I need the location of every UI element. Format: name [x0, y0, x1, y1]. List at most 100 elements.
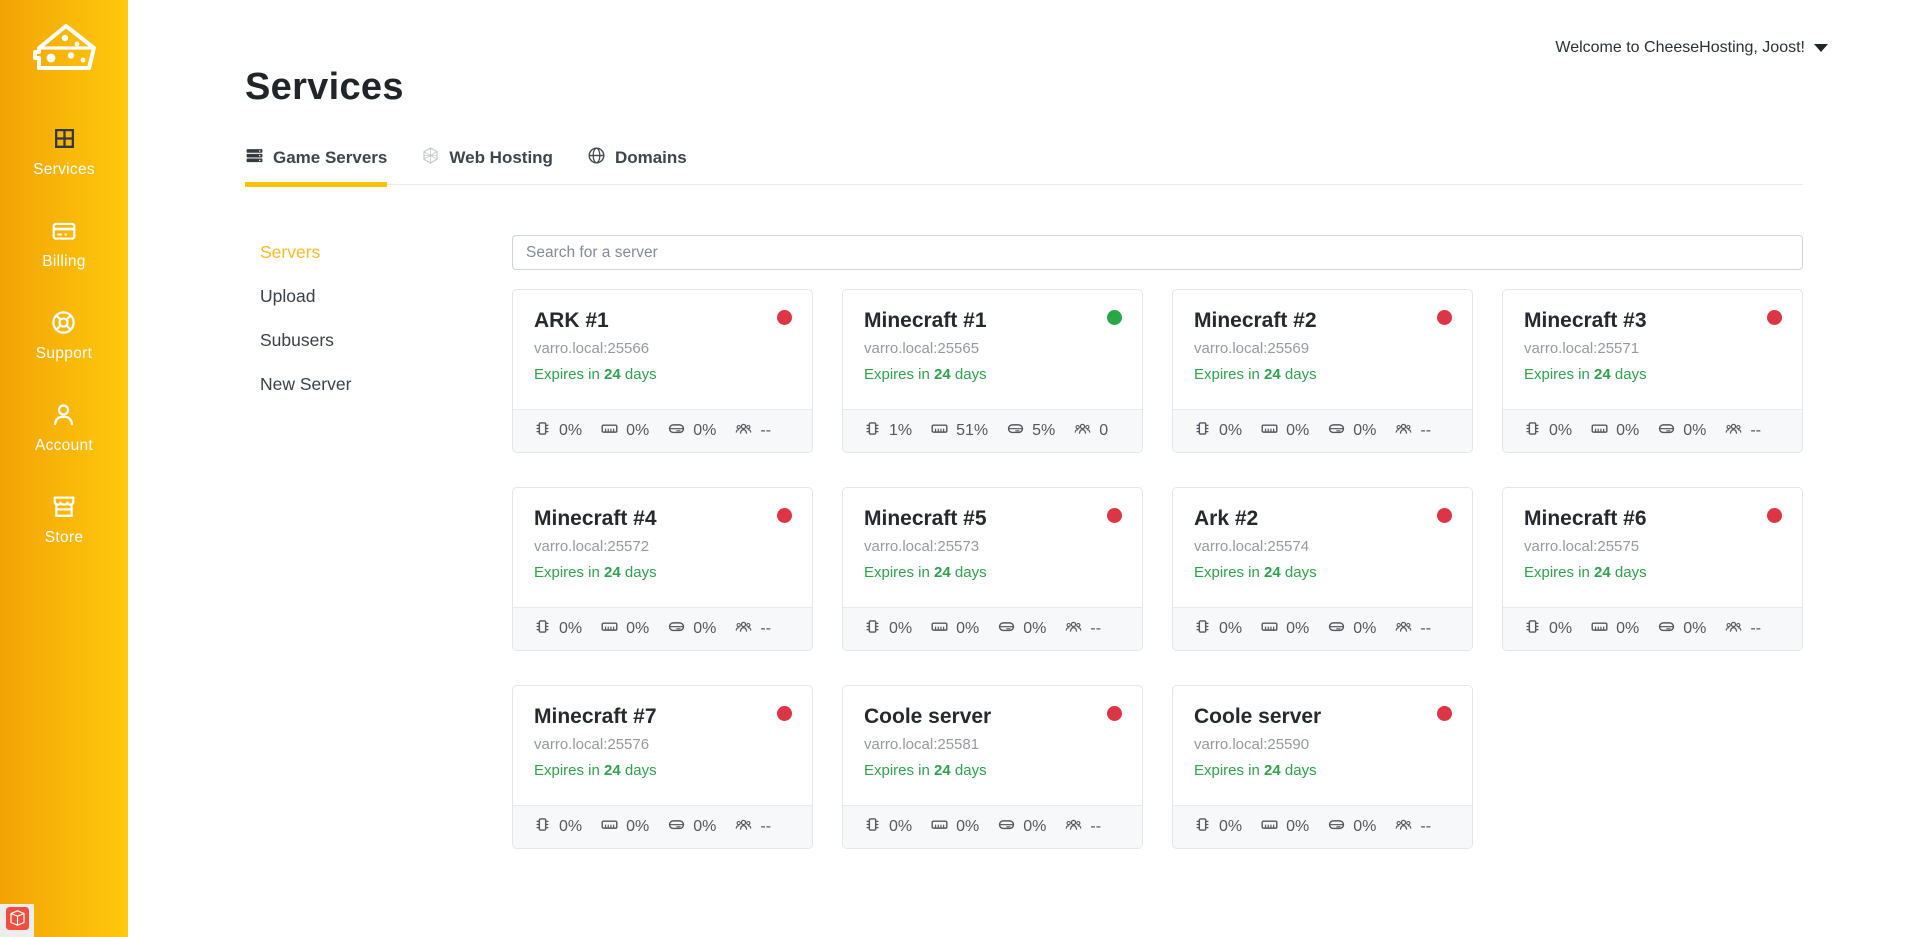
disk-value: 0%: [1683, 620, 1706, 638]
disk-stat: 0%: [1327, 815, 1376, 839]
memory-stat: 0%: [1260, 815, 1309, 839]
status-dot: [777, 706, 792, 721]
players-stat: --: [1394, 815, 1431, 839]
sidebar-item-services[interactable]: Services: [33, 125, 95, 179]
players-value: 0: [1099, 422, 1108, 440]
server-name: Minecraft #1: [864, 309, 1121, 333]
cpu-value: 0%: [1549, 422, 1572, 440]
server-host: varro.local:25590: [1194, 736, 1451, 753]
cpu-value: 0%: [1549, 620, 1572, 638]
tab-web-hosting[interactable]: Web Hosting: [421, 146, 553, 184]
memory-icon: [930, 617, 949, 641]
server-stats-bar: 0% 0%: [1503, 607, 1802, 650]
disk-icon: [997, 617, 1016, 641]
cheese-icon: [32, 59, 96, 76]
tab-label: Domains: [615, 148, 687, 168]
memory-stat: 0%: [600, 419, 649, 443]
server-stats-bar: 0% 0%: [1173, 409, 1472, 452]
laravel-badge[interactable]: [0, 904, 34, 937]
expires-days: 24: [934, 762, 951, 779]
cpu-stat: 0%: [1193, 815, 1242, 839]
server-host: varro.local:25581: [864, 736, 1121, 753]
players-icon: [734, 815, 753, 839]
cpu-value: 0%: [889, 818, 912, 836]
disk-icon: [997, 815, 1016, 839]
server-card[interactable]: Minecraft #4 varro.local:25572 Expires i…: [512, 487, 813, 651]
sidebar-item-label: Store: [45, 529, 84, 547]
server-card[interactable]: Coole server varro.local:25581 Expires i…: [842, 685, 1143, 849]
server-card[interactable]: Ark #2 varro.local:25574 Expires in 24 d…: [1172, 487, 1473, 651]
shop-icon: [50, 493, 78, 520]
tab-domains[interactable]: Domains: [587, 146, 687, 184]
disk-value: 0%: [1683, 422, 1706, 440]
expires-text: Expires in 24 days: [1194, 762, 1451, 779]
server-card[interactable]: Minecraft #3 varro.local:25571 Expires i…: [1502, 289, 1803, 453]
server-card[interactable]: Coole server varro.local:25590 Expires i…: [1172, 685, 1473, 849]
server-stats-bar: 0% 0%: [843, 607, 1142, 650]
sidebar-item-store[interactable]: Store: [45, 493, 84, 547]
account-dropdown[interactable]: Welcome to CheeseHosting, Joost!: [1555, 39, 1828, 57]
expires-text: Expires in 24 days: [1524, 366, 1781, 383]
players-value: --: [1090, 620, 1101, 638]
expires-days: 24: [934, 564, 951, 581]
cpu-icon: [863, 617, 882, 641]
server-card-body: Minecraft #3 varro.local:25571 Expires i…: [1503, 290, 1802, 409]
server-name: Minecraft #2: [1194, 309, 1451, 333]
subnav-item-subusers[interactable]: Subusers: [260, 330, 512, 351]
server-card[interactable]: ARK #1 varro.local:25566 Expires in 24 d…: [512, 289, 813, 453]
server-host: varro.local:25572: [534, 538, 791, 555]
sidebar-item-account[interactable]: Account: [35, 401, 93, 455]
subnav-item-servers[interactable]: Servers: [260, 242, 512, 263]
page-title: Services: [245, 66, 1803, 109]
players-value: --: [760, 620, 771, 638]
sidebar-item-support[interactable]: Support: [36, 309, 92, 363]
server-card-body: Minecraft #5 varro.local:25573 Expires i…: [843, 488, 1142, 607]
disk-icon: [667, 815, 686, 839]
disk-value: 0%: [1353, 818, 1376, 836]
search-input[interactable]: [512, 235, 1803, 270]
server-card[interactable]: Minecraft #5 varro.local:25573 Expires i…: [842, 487, 1143, 651]
status-dot: [1107, 508, 1122, 523]
subnav-item-new-server[interactable]: New Server: [260, 374, 512, 395]
subnav-item-upload[interactable]: Upload: [260, 286, 512, 307]
disk-value: 0%: [693, 818, 716, 836]
memory-icon: [600, 419, 619, 443]
players-icon: [1724, 419, 1743, 443]
players-stat: 0: [1073, 419, 1108, 443]
server-card[interactable]: Minecraft #2 varro.local:25569 Expires i…: [1172, 289, 1473, 453]
expires-prefix: Expires in: [1194, 564, 1260, 581]
memory-value: 0%: [626, 818, 649, 836]
memory-stat: 0%: [1260, 617, 1309, 641]
server-card[interactable]: Minecraft #6 varro.local:25575 Expires i…: [1502, 487, 1803, 651]
expires-days: 24: [1264, 366, 1281, 383]
disk-stat: 0%: [1327, 419, 1376, 443]
expires-suffix: days: [625, 762, 657, 779]
cheese-logo[interactable]: [32, 22, 96, 77]
welcome-text: Welcome to CheeseHosting, Joost!: [1555, 39, 1805, 57]
expires-prefix: Expires in: [534, 762, 600, 779]
expires-days: 24: [1264, 762, 1281, 779]
status-dot: [1437, 508, 1452, 523]
server-subnav: Servers Upload Subusers New Server: [245, 235, 512, 849]
server-name: Coole server: [864, 705, 1121, 729]
server-card[interactable]: Minecraft #7 varro.local:25576 Expires i…: [512, 685, 813, 849]
tab-game-servers[interactable]: Game Servers: [245, 146, 387, 184]
cpu-value: 0%: [1219, 422, 1242, 440]
server-card[interactable]: Minecraft #1 varro.local:25565 Expires i…: [842, 289, 1143, 453]
sidebar-item-billing[interactable]: Billing: [42, 217, 85, 271]
expires-suffix: days: [955, 366, 987, 383]
status-dot: [1437, 310, 1452, 325]
expires-suffix: days: [625, 564, 657, 581]
cpu-icon: [863, 419, 882, 443]
players-icon: [1394, 419, 1413, 443]
expires-suffix: days: [1285, 762, 1317, 779]
grid-icon: [52, 125, 77, 152]
tab-bar: Game Servers Web Hosting Domains: [245, 146, 1803, 185]
players-stat: --: [734, 617, 771, 641]
players-value: --: [1420, 620, 1431, 638]
memory-stat: 0%: [930, 617, 979, 641]
cpu-stat: 0%: [863, 617, 912, 641]
disk-value: 0%: [693, 620, 716, 638]
cpu-icon: [533, 419, 552, 443]
disk-value: 0%: [693, 422, 716, 440]
